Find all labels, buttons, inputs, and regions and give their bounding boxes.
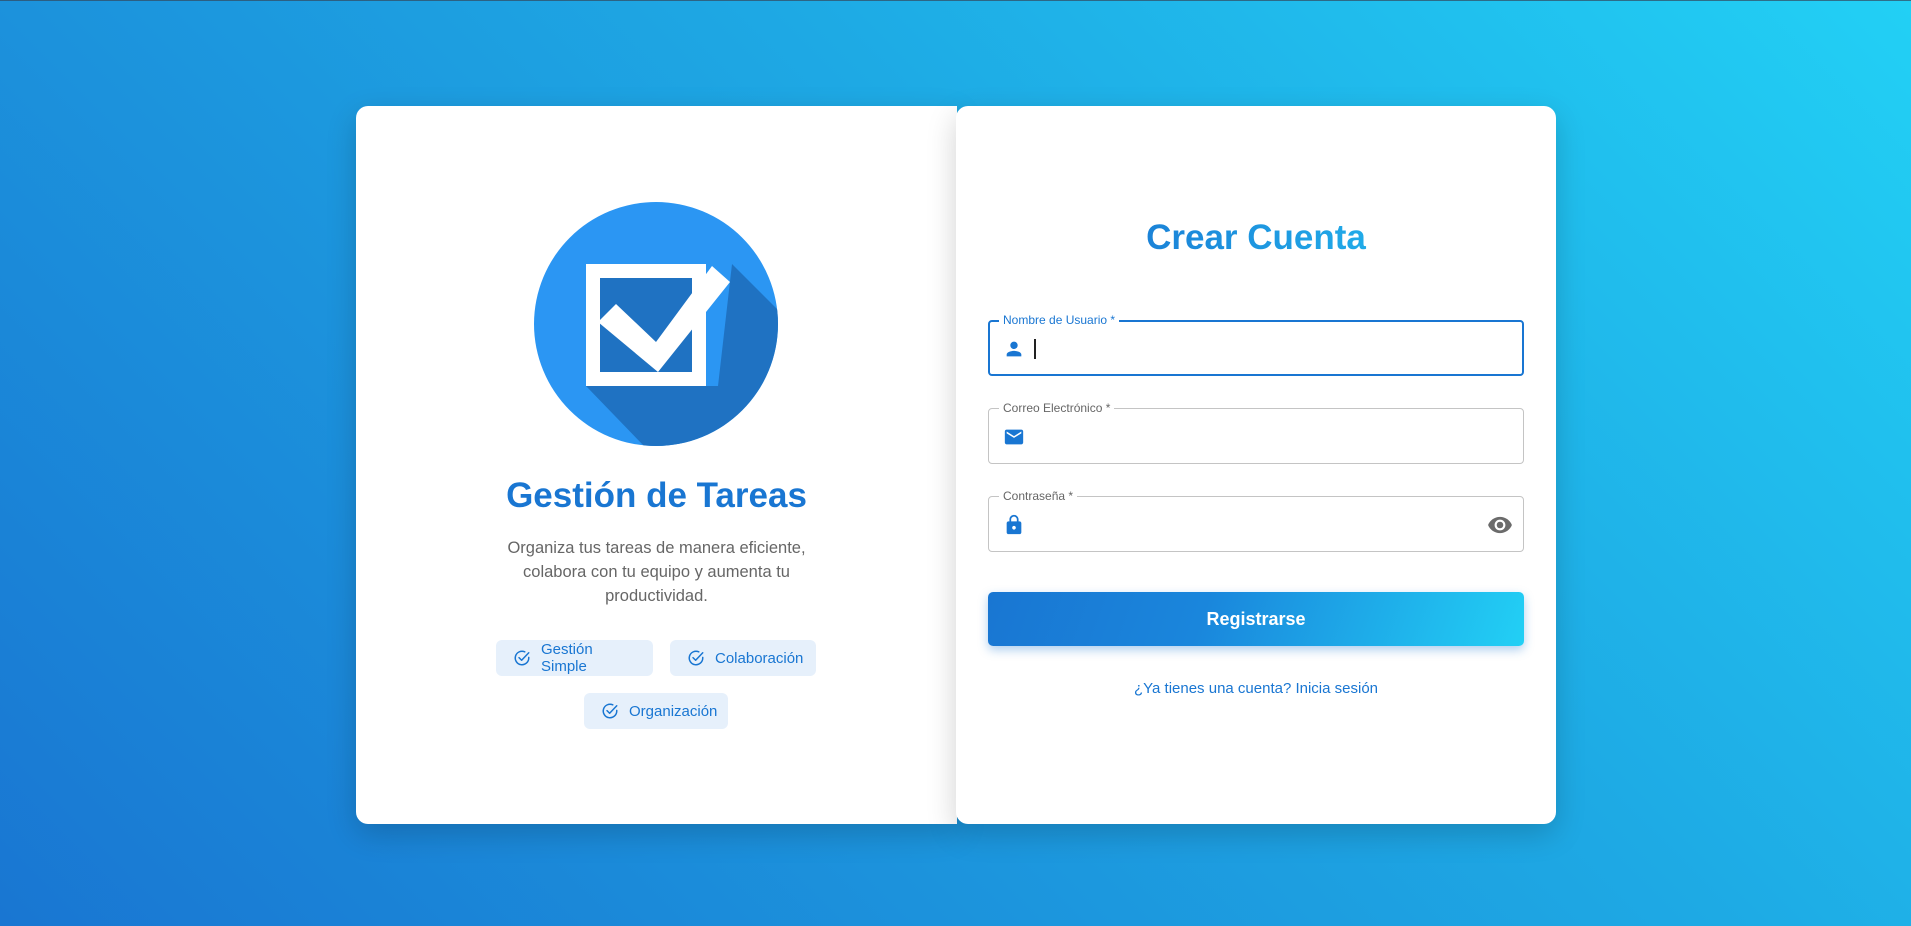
register-form-panel: Crear Cuenta Nombre de Usuario * Correo … xyxy=(956,106,1556,824)
feature-chip-gestion-simple[interactable]: Gestión Simple xyxy=(496,640,653,676)
check-circle-icon xyxy=(688,650,704,666)
feature-chip-label: Organización xyxy=(629,702,718,720)
checkbox-logo-icon xyxy=(534,202,778,446)
person-icon xyxy=(1006,341,1022,357)
top-border-line xyxy=(0,0,1911,1)
app-description: Organiza tus tareas de manera eficiente,… xyxy=(507,539,806,605)
login-link[interactable]: ¿Ya tienes una cuenta? Inicia sesión xyxy=(956,680,1556,697)
feature-chip-colaboracion[interactable]: Colaboración xyxy=(670,640,816,676)
email-input[interactable] xyxy=(1033,421,1433,451)
password-label: Contraseña * xyxy=(999,488,1078,504)
app-title: Gestión de Tareas xyxy=(506,476,807,515)
check-circle-icon xyxy=(602,703,618,719)
username-field[interactable]: Nombre de Usuario * xyxy=(988,312,1524,376)
intro-panel: Gestión de Tareas Organiza tus tareas de… xyxy=(356,106,957,824)
lock-icon xyxy=(1006,514,1022,535)
password-input[interactable] xyxy=(1033,509,1433,539)
email-label: Correo Electrónico * xyxy=(999,400,1115,416)
form-title-text: Crear Cuenta xyxy=(956,212,1556,264)
mail-icon xyxy=(1004,429,1024,445)
password-field[interactable]: Contraseña * xyxy=(988,488,1524,552)
email-field[interactable]: Correo Electrónico * xyxy=(988,400,1524,464)
register-button[interactable]: Registrarse xyxy=(988,592,1524,646)
username-label: Nombre de Usuario * xyxy=(999,312,1120,328)
username-input[interactable] xyxy=(1034,334,1434,364)
feature-chip-organizacion[interactable]: Organización xyxy=(584,693,728,729)
feature-chip-label: Gestión Simple xyxy=(541,641,593,675)
check-circle-icon xyxy=(514,650,530,666)
feature-chip-label: Colaboración xyxy=(715,649,804,667)
eye-icon[interactable] xyxy=(1487,512,1513,538)
